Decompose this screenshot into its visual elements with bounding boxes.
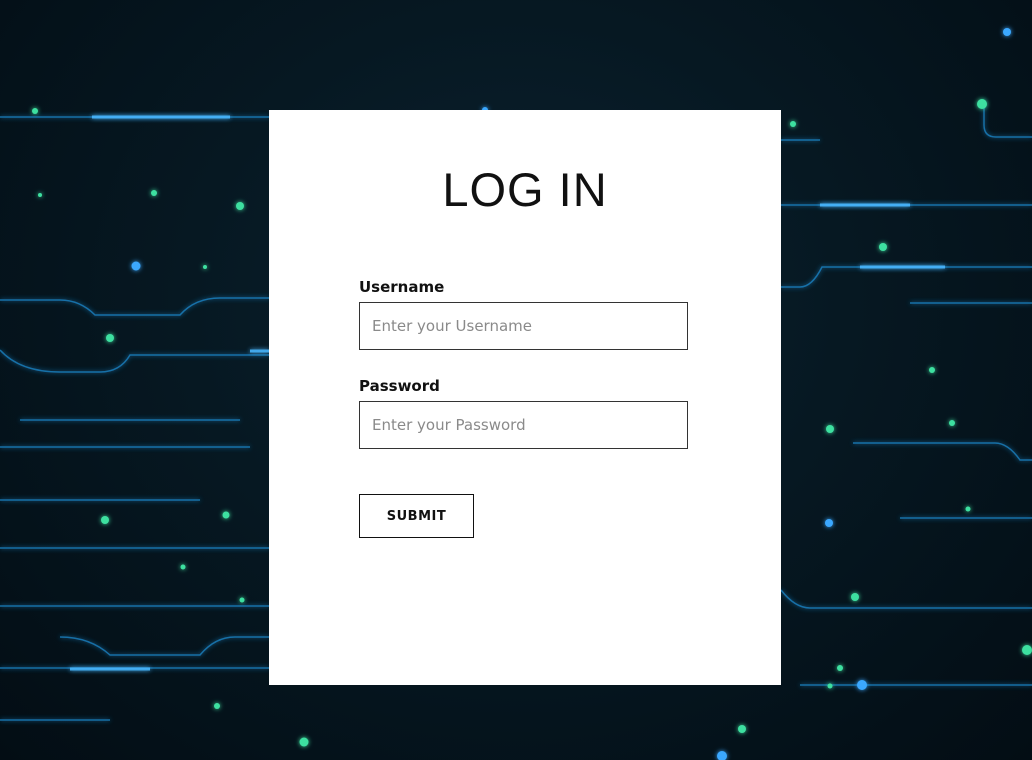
username-input[interactable] <box>359 302 688 350</box>
password-label: Password <box>359 377 440 395</box>
password-input[interactable] <box>359 401 688 449</box>
login-card: LOG IN Username Password SUBMIT <box>269 110 781 685</box>
login-title: LOG IN <box>442 163 608 216</box>
username-label: Username <box>359 278 445 296</box>
submit-button[interactable]: SUBMIT <box>359 494 474 538</box>
